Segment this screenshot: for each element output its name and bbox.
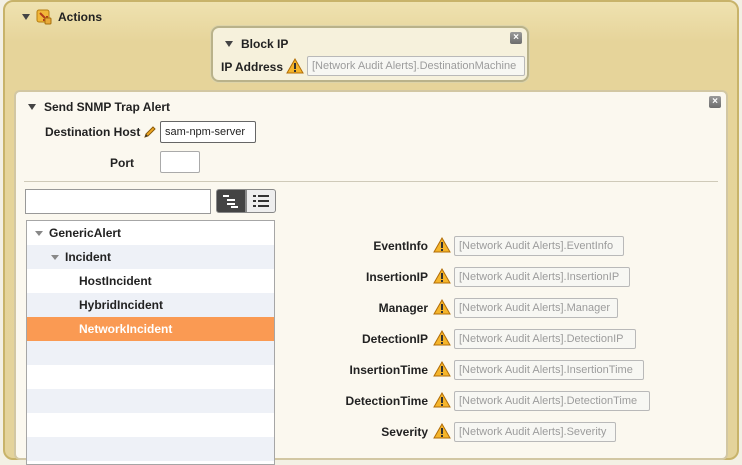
property-value-field[interactable]: [Network Audit Alerts].Severity [454,422,616,442]
property-label: EventInfo [373,239,428,253]
warning-icon [433,360,453,380]
tree-item[interactable]: Incident [27,245,274,269]
actions-icon [36,9,52,25]
list-view-icon [253,195,269,207]
property-row: EventInfo [Network Audit Alerts].EventInf… [316,235,624,257]
tree-row-empty [27,437,274,461]
property-value-field[interactable]: [Network Audit Alerts].DetectionTime [454,391,650,411]
tree-row-empty [27,413,274,437]
port-label: Port [110,156,134,170]
tree-row-empty [27,341,274,365]
block-ip-header[interactable]: Block IP [225,37,288,51]
property-value-field[interactable]: [Network Audit Alerts].Manager [454,298,618,318]
tree-item-label: Incident [65,250,112,264]
pencil-icon[interactable] [143,125,157,139]
property-value-field[interactable]: [Network Audit Alerts].EventInfo [454,236,624,256]
property-value-field[interactable]: [Network Audit Alerts].InsertionTime [454,360,644,380]
actions-title: Actions [58,10,103,24]
collapse-triangle-icon[interactable] [28,104,36,110]
property-label: Severity [381,425,428,439]
property-label: DetectionTime [345,394,428,408]
tree-item[interactable]: HybridIncident [27,293,274,317]
tree-item-label: GenericAlert [49,226,122,240]
expand-triangle-icon[interactable] [51,254,59,260]
warning-icon [286,58,304,74]
tree-item[interactable]: GenericAlert [27,221,274,245]
block-ip-title: Block IP [241,37,289,51]
property-label: InsertionIP [365,270,428,284]
tree-row-empty [27,365,274,389]
property-row: DetectionTime [Network Audit Alerts].Dete… [316,390,650,412]
property-row: InsertionIP [Network Audit Alerts].Insert… [316,266,630,288]
tree-item-label: HostIncident [79,274,152,288]
warning-icon [433,422,453,442]
tree-item[interactable]: HostIncident [27,269,274,293]
warning-icon [433,391,453,411]
snmp-trap-panel: Send SNMP Trap Alert × Destination Host … [14,90,728,465]
tree-view-button[interactable] [216,189,246,213]
warning-icon [433,267,453,287]
property-value-field[interactable]: [Network Audit Alerts].DetectionIP [454,329,636,349]
tree-row-empty [27,389,274,413]
search-input[interactable] [25,189,211,214]
destination-host-input[interactable] [160,121,256,143]
property-label: DetectionIP [361,332,428,346]
close-icon[interactable]: × [510,32,522,44]
tree-view-icon [223,195,238,208]
collapse-triangle-icon[interactable] [22,14,30,20]
tree-item[interactable]: NetworkIncident [27,317,274,341]
property-row: Severity [Network Audit Alerts].Severity [316,421,616,443]
property-label: Manager [378,301,428,315]
property-row: InsertionTime [Network Audit Alerts].Inse… [316,359,644,381]
snmp-header[interactable]: Send SNMP Trap Alert [28,100,170,114]
property-value-field[interactable]: [Network Audit Alerts].InsertionIP [454,267,630,287]
collapse-triangle-icon[interactable] [225,41,233,47]
warning-icon [433,329,453,349]
ip-address-field[interactable]: [Network Audit Alerts].DestinationMachin… [307,56,525,76]
block-ip-panel: Block IP × IP Address [Network Audit Ale… [211,26,529,82]
actions-header[interactable]: Actions [22,9,102,25]
port-input[interactable] [160,151,200,173]
close-icon[interactable]: × [709,96,721,108]
tree-item-label: NetworkIncident [79,322,173,336]
property-row: Manager [Network Audit Alerts].Manager [316,297,618,319]
list-view-button[interactable] [246,189,276,213]
tree-item-label: HybridIncident [79,298,164,312]
ip-address-label: IP Address [221,60,284,74]
snmp-title: Send SNMP Trap Alert [44,100,171,114]
property-label: InsertionTime [349,363,428,377]
warning-icon [433,236,453,256]
property-row: DetectionIP [Network Audit Alerts].Detect… [316,328,636,350]
view-toggle [216,189,276,213]
divider [24,181,718,182]
warning-icon [433,298,453,318]
expand-triangle-icon[interactable] [35,230,43,236]
object-tree: GenericAlert Incident HostIncident HybridIn… [26,220,275,465]
destination-host-label: Destination Host [45,125,141,139]
